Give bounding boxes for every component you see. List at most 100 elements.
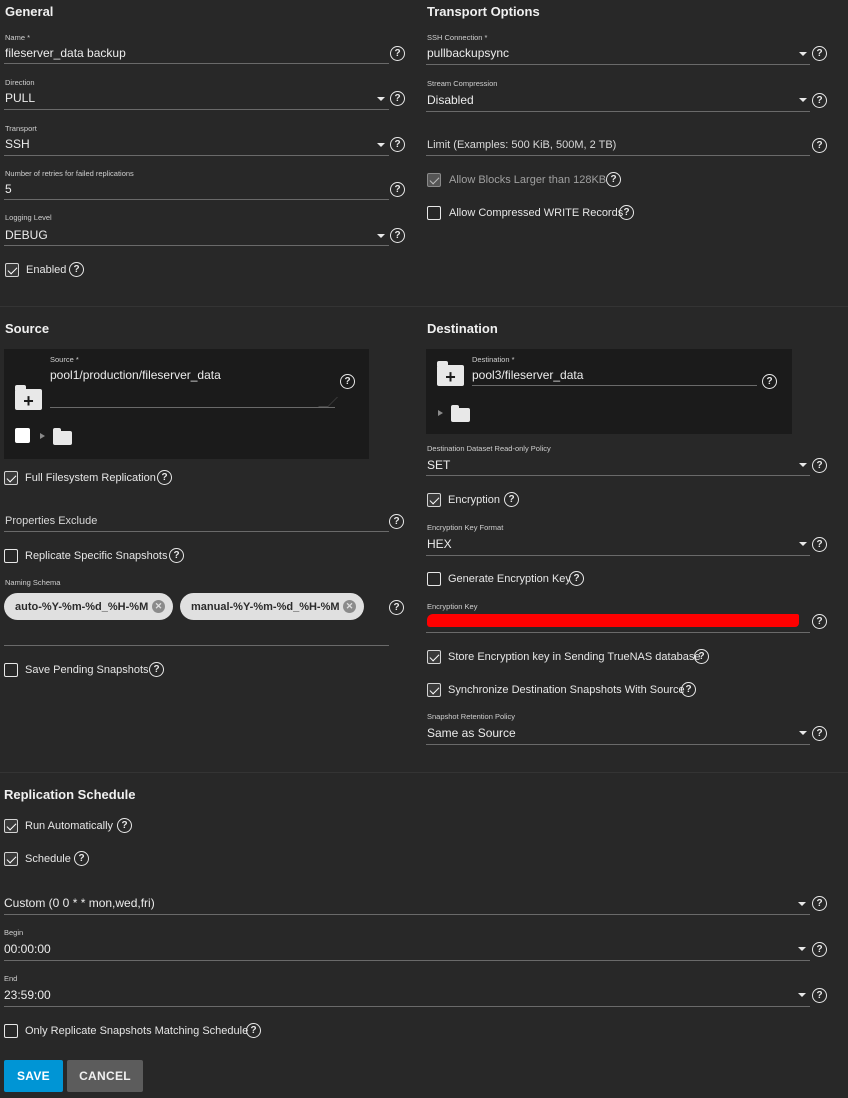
naming-schema-help-icon[interactable]: ? bbox=[389, 600, 404, 615]
compression-caret-down-icon[interactable] bbox=[799, 98, 807, 102]
encryption-key-help-icon[interactable]: ? bbox=[812, 614, 827, 629]
compression-help-icon[interactable]: ? bbox=[812, 93, 827, 108]
replicate-specific-label: Replicate Specific Snapshots bbox=[25, 550, 168, 562]
destination-folder-plus-icon[interactable]: + bbox=[437, 361, 464, 386]
destination-explorer-panel: + Destination * pool3/fileserver_data ? bbox=[426, 349, 792, 434]
enabled-checkbox[interactable] bbox=[5, 263, 19, 277]
retention-caret-down-icon[interactable] bbox=[799, 731, 807, 735]
source-help-icon[interactable]: ? bbox=[340, 374, 355, 389]
textarea-resize-handle[interactable] bbox=[318, 397, 338, 407]
naming-schema-chip[interactable]: auto-%Y-%m-%d_%H-%M ✕ bbox=[4, 593, 173, 620]
key-format-help-icon[interactable]: ? bbox=[812, 537, 827, 552]
schedule-cron-select[interactable]: Custom (0 0 * * mon,wed,fri) bbox=[4, 896, 155, 910]
direction-select[interactable]: PULL bbox=[5, 91, 35, 105]
logging-level-select[interactable]: DEBUG bbox=[5, 228, 48, 242]
cron-caret-down-icon[interactable] bbox=[798, 902, 806, 906]
begin-select[interactable]: 00:00:00 bbox=[4, 942, 51, 956]
properties-exclude-help-icon[interactable]: ? bbox=[389, 514, 404, 529]
retries-help-icon[interactable]: ? bbox=[390, 182, 405, 197]
name-input[interactable]: fileserver_data backup bbox=[5, 46, 126, 60]
destination-help-icon[interactable]: ? bbox=[762, 374, 777, 389]
readonly-help-icon[interactable]: ? bbox=[812, 458, 827, 473]
retries-input[interactable]: 5 bbox=[5, 182, 12, 196]
direction-help-icon[interactable]: ? bbox=[390, 91, 405, 106]
destination-expand-icon[interactable] bbox=[438, 410, 443, 416]
full-filesystem-checkbox[interactable] bbox=[4, 471, 18, 485]
retention-help-icon[interactable]: ? bbox=[812, 726, 827, 741]
naming-schema-chip[interactable]: manual-%Y-%m-%d_%H-%M ✕ bbox=[180, 593, 364, 620]
transport-select[interactable]: SSH bbox=[5, 137, 30, 151]
end-help-icon[interactable]: ? bbox=[812, 988, 827, 1003]
run-automatically-label: Run Automatically bbox=[25, 820, 114, 832]
run-automatically-help-icon[interactable]: ? bbox=[117, 818, 132, 833]
end-caret-down-icon[interactable] bbox=[798, 993, 806, 997]
save-pending-checkbox[interactable] bbox=[4, 663, 18, 677]
source-root-checkbox[interactable] bbox=[15, 428, 30, 443]
key-format-label: Encryption Key Format bbox=[427, 523, 504, 532]
full-filesystem-help-icon[interactable]: ? bbox=[157, 470, 172, 485]
run-automatically-checkbox[interactable] bbox=[4, 819, 18, 833]
compressed-write-checkbox[interactable] bbox=[427, 206, 441, 220]
sync-snapshots-help-icon[interactable]: ? bbox=[681, 682, 696, 697]
stream-compression-select[interactable]: Disabled bbox=[427, 93, 474, 107]
general-section-title: General bbox=[5, 4, 54, 19]
compressed-write-label: Allow Compressed WRITE Records bbox=[449, 207, 624, 219]
ssh-connection-label: SSH Connection * bbox=[427, 33, 488, 42]
generate-key-checkbox[interactable] bbox=[427, 572, 441, 586]
encryption-key-label: Encryption Key bbox=[427, 602, 478, 611]
schedule-checkbox[interactable] bbox=[4, 852, 18, 866]
logging-help-icon[interactable]: ? bbox=[390, 228, 405, 243]
properties-exclude-input[interactable]: Properties Exclude bbox=[5, 515, 97, 527]
limit-help-icon[interactable]: ? bbox=[812, 138, 827, 153]
ssh-connection-select[interactable]: pullbackupsync bbox=[427, 46, 509, 60]
destination-folder-icon[interactable] bbox=[451, 405, 470, 422]
cron-help-icon[interactable]: ? bbox=[812, 896, 827, 911]
only-matching-checkbox[interactable] bbox=[4, 1024, 18, 1038]
source-input[interactable]: pool1/production/fileserver_data bbox=[50, 368, 221, 382]
readonly-caret-down-icon[interactable] bbox=[799, 463, 807, 467]
cancel-button[interactable]: CANCEL bbox=[67, 1060, 143, 1092]
ssh-caret-down-icon[interactable] bbox=[799, 52, 807, 56]
chip-remove-cancel-icon[interactable]: ✕ bbox=[152, 600, 165, 613]
sync-snapshots-label: Synchronize Destination Snapshots With S… bbox=[448, 684, 685, 696]
replicate-specific-help-icon[interactable]: ? bbox=[169, 548, 184, 563]
full-filesystem-label: Full Filesystem Replication bbox=[25, 472, 156, 484]
store-key-checkbox[interactable] bbox=[427, 650, 441, 664]
large-blocks-checkbox[interactable] bbox=[427, 173, 441, 187]
begin-caret-down-icon[interactable] bbox=[798, 947, 806, 951]
transport-help-icon[interactable]: ? bbox=[390, 137, 405, 152]
source-folder-icon[interactable] bbox=[53, 428, 72, 445]
source-folder-plus-icon[interactable]: + bbox=[15, 385, 42, 410]
chip-remove-cancel-icon[interactable]: ✕ bbox=[343, 600, 356, 613]
readonly-policy-select[interactable]: SET bbox=[427, 458, 450, 472]
enabled-help-icon[interactable]: ? bbox=[69, 262, 84, 277]
store-key-help-icon[interactable]: ? bbox=[694, 649, 709, 664]
destination-label: Destination * bbox=[472, 355, 515, 364]
source-expand-icon[interactable] bbox=[40, 433, 45, 439]
retention-policy-select[interactable]: Same as Source bbox=[427, 726, 516, 740]
replicate-specific-checkbox[interactable] bbox=[4, 549, 18, 563]
save-pending-help-icon[interactable]: ? bbox=[149, 662, 164, 677]
begin-help-icon[interactable]: ? bbox=[812, 942, 827, 957]
limit-input[interactable]: Limit (Examples: 500 KiB, 500M, 2 TB) bbox=[427, 139, 616, 151]
save-button[interactable]: SAVE bbox=[4, 1060, 63, 1092]
direction-caret-down-icon[interactable] bbox=[377, 97, 385, 101]
key-format-caret-down-icon[interactable] bbox=[799, 542, 807, 546]
name-help-icon[interactable]: ? bbox=[390, 46, 405, 61]
ssh-help-icon[interactable]: ? bbox=[812, 46, 827, 61]
transport-caret-down-icon[interactable] bbox=[377, 143, 385, 147]
encryption-help-icon[interactable]: ? bbox=[504, 492, 519, 507]
destination-input[interactable]: pool3/fileserver_data bbox=[472, 368, 583, 382]
sync-snapshots-checkbox[interactable] bbox=[427, 683, 441, 697]
generate-key-help-icon[interactable]: ? bbox=[569, 571, 584, 586]
compressed-write-help-icon[interactable]: ? bbox=[619, 205, 634, 220]
end-select[interactable]: 23:59:00 bbox=[4, 988, 51, 1002]
readonly-policy-label: Destination Dataset Read-only Policy bbox=[427, 444, 551, 453]
only-matching-help-icon[interactable]: ? bbox=[246, 1023, 261, 1038]
large-blocks-help-icon[interactable]: ? bbox=[606, 172, 621, 187]
encryption-key-input[interactable] bbox=[427, 614, 799, 627]
logging-caret-down-icon[interactable] bbox=[377, 234, 385, 238]
encryption-checkbox[interactable] bbox=[427, 493, 441, 507]
key-format-select[interactable]: HEX bbox=[427, 537, 452, 551]
schedule-help-icon[interactable]: ? bbox=[74, 851, 89, 866]
